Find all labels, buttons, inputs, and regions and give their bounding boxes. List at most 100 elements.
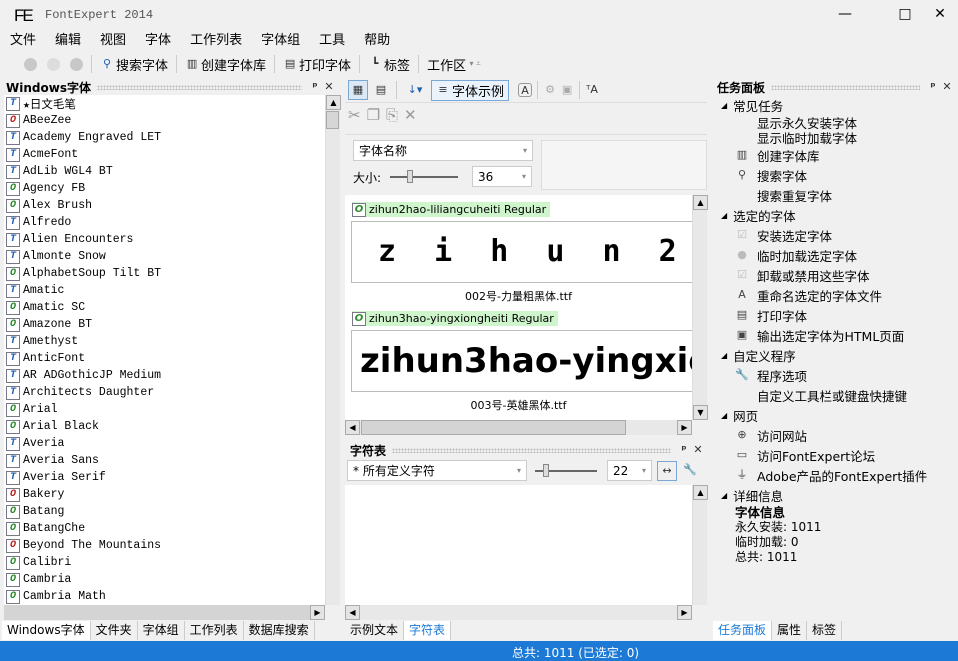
scroll-right-button[interactable]: ▶ [677,420,692,435]
collapse-triangle-icon[interactable]: ◢ [721,491,727,500]
font-list-hscrollbar[interactable]: ▶ [4,605,325,620]
task-link[interactable]: ▤ 打印字体 [713,305,958,325]
search-font-button[interactable]: ⚲ 搜索字体 [96,55,172,74]
font-list-item[interactable]: O Beyond The Mountains [4,537,325,554]
preview-scrollbar[interactable]: ▲ ▼ [692,195,708,420]
grip[interactable] [96,84,302,90]
tab-folders[interactable]: 文件夹 [91,621,138,640]
font-list-item[interactable]: T Averia Sans [4,452,325,469]
task-link[interactable]: ● 临时加载选定字体 [713,245,958,265]
task-section-header[interactable]: ◢ 网页 [713,405,958,425]
font-list-item[interactable]: T AR ADGothicJP Medium [4,367,325,384]
workspace-dropdown[interactable]: 工作区 ▾ ⩡ [423,55,486,74]
task-section-header[interactable]: ◢ 自定义程序 [713,345,958,365]
scroll-up-button[interactable]: ▲ [693,195,708,210]
font-list-item[interactable]: T ★日文毛笔 [4,95,325,112]
tab-charmap[interactable]: 字符表 [404,621,452,640]
delete-icon[interactable]: ✕ [404,106,417,124]
task-link[interactable]: ▣ 输出选定字体为HTML页面 [713,325,958,345]
font-list-scrollbar[interactable]: ▲ [325,95,341,605]
font-list-item[interactable]: O AlphabetSoup Tilt BT [4,265,325,282]
scroll-thumb[interactable] [326,111,339,129]
minimize-button[interactable]: — [830,4,860,24]
grip[interactable] [771,84,920,90]
font-list-item[interactable]: T Alien Encounters [4,231,325,248]
charmap-size-slider[interactable] [535,464,597,477]
copy-icon[interactable]: ❐ [367,106,380,124]
charmap-grid[interactable] [345,485,692,605]
tab-windows-fonts[interactable]: Windows字体 [2,621,91,640]
font-list-item[interactable]: O BatangChe [4,520,325,537]
task-link[interactable]: 🔧 程序选项 [713,365,958,385]
task-section-header[interactable]: ◢ 选定的字体 [713,205,958,225]
tab-sample-text[interactable]: 示例文本 [345,621,405,640]
task-link[interactable]: A 重命名选定的字体文件 [713,285,958,305]
text-a-icon[interactable]: ᵀA [585,83,599,97]
slider-thumb[interactable] [543,464,549,477]
task-link[interactable]: ☑ 卸载或禁用这些字体 [713,265,958,285]
font-list-item[interactable]: T AnticFont [4,350,325,367]
font-list-item[interactable]: T Amethyst [4,333,325,350]
collapse-triangle-icon[interactable]: ◢ [721,211,727,220]
settings-icon[interactable]: ⚙ [543,83,557,97]
font-sample-card[interactable]: Ozihun3hao-yingxiongheiti Regular zihun3… [345,304,692,413]
close-icon[interactable]: ✕ [322,80,336,94]
sort-icon[interactable]: ↓▾ [402,83,428,97]
charmap-scrollbar[interactable]: ▲ [692,485,708,605]
font-list-item[interactable]: T AdLib WGL4 BT [4,163,325,180]
menu-file[interactable]: 文件 [0,31,45,51]
paste-icon[interactable]: ⎘ [386,106,398,124]
task-link[interactable]: ⏚ Adobe产品的FontExpert插件 [713,465,958,485]
close-button[interactable]: ✕ [925,4,955,24]
create-library-button[interactable]: ▥ 创建字体库 [181,55,270,74]
font-list-item[interactable]: T Alfredo [4,214,325,231]
tab-font-groups[interactable]: 字体组 [138,621,185,640]
font-list-item[interactable]: O Calibri [4,554,325,571]
list-view-icon[interactable]: ▤ [371,83,391,97]
menu-worklist[interactable]: 工作列表 [180,31,251,51]
refresh-button[interactable] [70,57,83,71]
close-icon[interactable]: ✕ [691,443,705,457]
tab-task-panel[interactable]: 任务面板 [713,621,773,640]
charmap-hscrollbar[interactable]: ◀ ▶ [345,605,692,620]
task-link[interactable]: 搜索重复字体 [713,185,958,205]
slider-thumb[interactable] [407,170,413,183]
menu-tools[interactable]: 工具 [309,31,354,51]
menu-font[interactable]: 字体 [135,31,180,51]
pin-icon[interactable]: ᵖ [926,80,940,94]
tab-worklist[interactable]: 工作列表 [185,621,244,640]
menu-view[interactable]: 视图 [90,31,135,51]
menu-help[interactable]: 帮助 [354,31,399,51]
font-list-item[interactable]: O ABeeZee [4,112,325,129]
font-sample-button[interactable]: ≡ 字体示例 [431,79,510,101]
wrench-icon[interactable]: 🔧 [683,463,697,477]
print-font-button[interactable]: ▤ 打印字体 [279,55,355,74]
scroll-up-button[interactable]: ▲ [693,485,708,500]
collapse-triangle-icon[interactable]: ◢ [721,101,727,110]
task-link[interactable]: ⚲ 搜索字体 [713,165,958,185]
sort-field-select[interactable]: 字体名称 ▾ [353,140,533,161]
task-section-header[interactable]: ◢ 常见任务 [713,95,958,115]
scroll-left-button[interactable]: ◀ [345,605,360,620]
scroll-up-button[interactable]: ▲ [326,95,341,110]
tags-button[interactable]: ┗ 标签 [364,55,414,74]
font-list-item[interactable]: T Academy Engraved LET [4,129,325,146]
font-list-item[interactable]: O Amazone BT [4,316,325,333]
task-link[interactable]: 显示临时加载字体 [713,130,958,146]
grid-view-icon[interactable]: ▦ [348,80,368,100]
charset-select[interactable]: * 所有定义字符 ▾ [347,460,527,481]
font-list-item[interactable]: O Arial Black [4,418,325,435]
font-list-item[interactable]: O Cambria [4,571,325,588]
scroll-left-button[interactable]: ◀ [345,420,360,435]
collapse-triangle-icon[interactable]: ◢ [721,411,727,420]
collapse-triangle-icon[interactable]: ◢ [721,351,727,360]
font-list-item[interactable]: T Architects Daughter [4,384,325,401]
preview-hscrollbar[interactable]: ◀ ▶ [345,420,692,435]
font-list-item[interactable]: O Agency FB [4,180,325,197]
pin-icon[interactable]: ᵖ [677,443,691,457]
scroll-right-button[interactable]: ▶ [677,605,692,620]
font-a-icon[interactable]: A [518,83,533,97]
scroll-down-button[interactable]: ▼ [693,405,708,420]
back-button[interactable] [24,57,37,71]
task-section-header[interactable]: ◢ 详细信息 [713,485,958,505]
